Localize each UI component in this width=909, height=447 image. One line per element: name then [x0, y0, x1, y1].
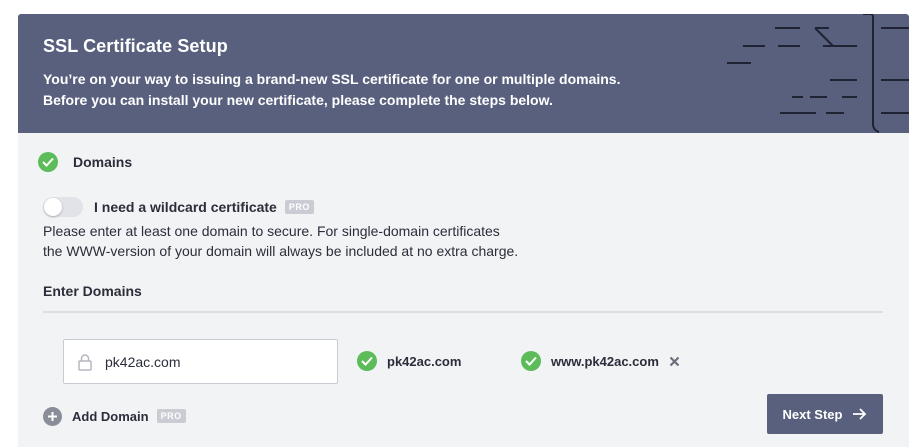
decorative-lines-graphic [727, 14, 909, 133]
add-domain-label: Add Domain [72, 408, 149, 424]
toggle-knob [44, 198, 62, 216]
domain-entry-name: www.pk42ac.com [551, 353, 659, 369]
domain-input[interactable] [103, 352, 327, 371]
domain-entry: www.pk42ac.com [521, 350, 680, 372]
lock-icon [78, 353, 92, 371]
add-domain-button[interactable]: Add Domain PRO [43, 406, 186, 426]
pro-badge: PRO [284, 200, 314, 214]
page-description: You’re on your way to issuing a brand-ne… [43, 69, 683, 111]
domain-entry: pk42ac.com [357, 350, 461, 372]
arrow-right-icon [853, 408, 867, 420]
wildcard-option: I need a wildcard certificate PRO [43, 196, 314, 218]
instructions-line-1: Please enter at least one domain to secu… [43, 223, 500, 239]
description-line-1: You’re on your way to issuing a brand-ne… [43, 71, 621, 87]
plus-icon [43, 406, 62, 426]
enter-domains-heading: Enter Domains [43, 283, 142, 299]
ssl-setup-card: SSL Certificate Setup You’re on your way… [18, 14, 909, 447]
step-label: Domains [73, 154, 133, 170]
next-step-button[interactable]: Next Step [767, 394, 883, 434]
section-divider [43, 311, 883, 313]
next-step-label: Next Step [782, 406, 843, 422]
wildcard-label: I need a wildcard certificate [94, 199, 277, 215]
wildcard-toggle[interactable] [43, 197, 83, 217]
domain-entry-name: pk42ac.com [387, 353, 462, 369]
check-icon [521, 351, 541, 371]
description-line-2: Before you can install your new certific… [43, 92, 553, 108]
setup-header: SSL Certificate Setup You’re on your way… [18, 14, 909, 133]
instructions-line-2: the WWW-version of your domain will alwa… [43, 243, 519, 259]
pro-badge: PRO [156, 409, 186, 423]
domain-instructions: Please enter at least one domain to secu… [43, 221, 603, 261]
step-domains: Domains [38, 151, 132, 173]
close-icon[interactable] [669, 356, 680, 367]
page-title: SSL Certificate Setup [43, 36, 228, 56]
domain-input-field [63, 339, 338, 384]
check-icon [38, 152, 58, 172]
check-icon [357, 351, 377, 371]
